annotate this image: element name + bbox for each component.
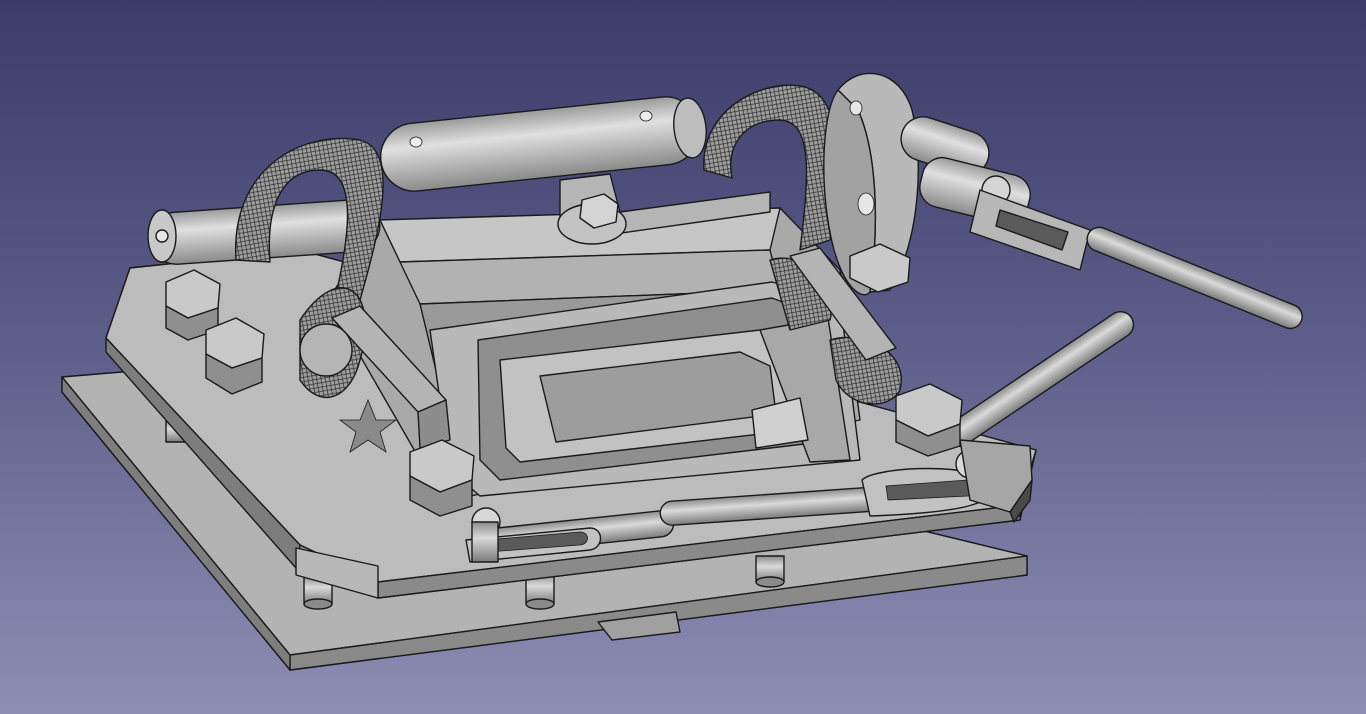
hex-nut	[205, 317, 265, 395]
cad-model-render[interactable]	[0, 0, 1366, 714]
3d-viewport[interactable]	[0, 0, 1366, 714]
hex-nut	[895, 383, 963, 457]
clevis-rod[interactable]	[969, 189, 1306, 332]
hex-nut	[409, 439, 475, 517]
lever-rod[interactable]	[942, 307, 1139, 452]
